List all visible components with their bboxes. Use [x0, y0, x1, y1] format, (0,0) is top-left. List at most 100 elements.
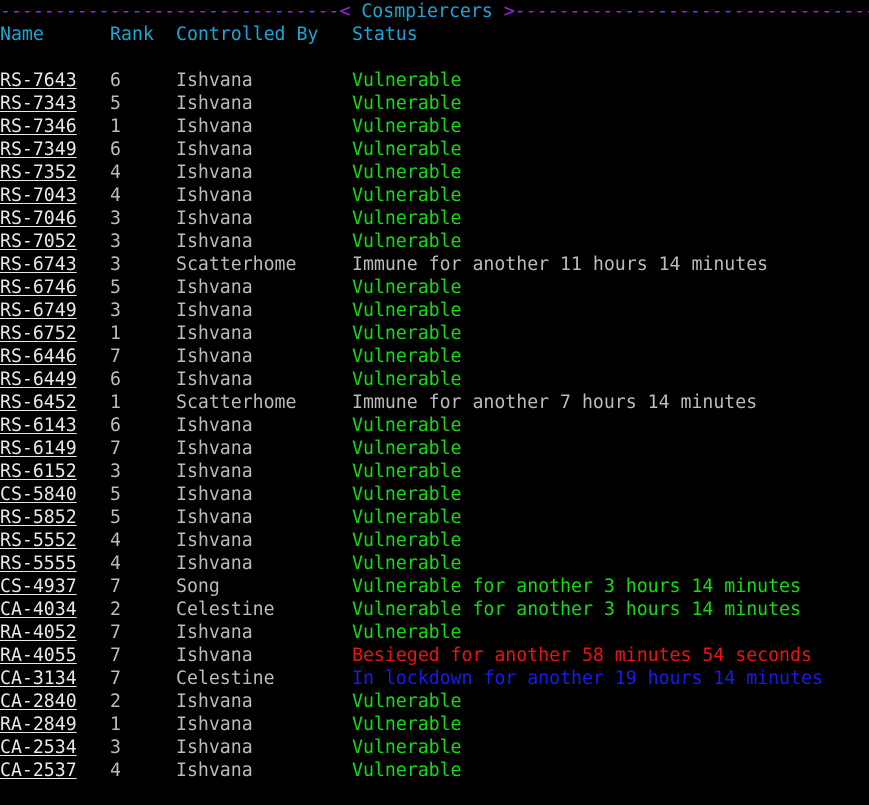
- system-controller: Ishvana: [176, 415, 253, 436]
- system-controller: Ishvana: [176, 507, 253, 528]
- system-controller: Ishvana: [176, 93, 253, 114]
- system-name-link[interactable]: RS-7352: [0, 161, 77, 184]
- table-row: RS-6446 7 Ishvana Vulnerable: [0, 345, 869, 368]
- system-controller: Ishvana: [176, 760, 253, 781]
- system-name-link[interactable]: RS-7643: [0, 69, 77, 92]
- system-rank: 3: [110, 737, 121, 758]
- system-rank: 3: [110, 231, 121, 252]
- system-name-link[interactable]: RS-7046: [0, 207, 77, 230]
- system-status: Vulnerable: [352, 346, 462, 367]
- system-name-link[interactable]: CA-4034: [0, 598, 77, 621]
- table-row: RS-5552 4 Ishvana Vulnerable: [0, 529, 869, 552]
- system-name-link[interactable]: RS-6452: [0, 391, 77, 414]
- system-status: Vulnerable: [352, 300, 462, 321]
- system-controller: Ishvana: [176, 139, 253, 160]
- system-name-link[interactable]: RS-7346: [0, 115, 77, 138]
- system-name-link[interactable]: RS-7349: [0, 138, 77, 161]
- title-bar: -------------------------------< Cosmpie…: [0, 0, 869, 23]
- system-name-link[interactable]: RS-6149: [0, 437, 77, 460]
- system-name-link[interactable]: CA-3134: [0, 667, 77, 690]
- system-controller: Ishvana: [176, 185, 253, 206]
- system-name-link[interactable]: RS-5852: [0, 506, 77, 529]
- table-row: RA-4052 7 Ishvana Vulnerable: [0, 621, 869, 644]
- column-header-name: Name: [0, 24, 44, 45]
- table-row: CS-4937 7 Song Vulnerable for another 3 hou…: [0, 575, 869, 598]
- system-rank: 1: [110, 116, 121, 137]
- system-status: Vulnerable: [352, 93, 462, 114]
- system-name-link[interactable]: RS-6746: [0, 276, 77, 299]
- table-row: RS-7643 6 Ishvana Vulnerable: [0, 69, 869, 92]
- system-name-link[interactable]: RA-4052: [0, 621, 77, 644]
- system-controller: Song: [176, 576, 220, 597]
- title-rule-left: -------------------------------: [0, 1, 340, 22]
- system-rank: 6: [110, 415, 121, 436]
- system-status: In lockdown for another 19 hours 14 minu…: [352, 668, 823, 689]
- system-name-link[interactable]: RS-7343: [0, 92, 77, 115]
- system-name-link[interactable]: RS-6749: [0, 299, 77, 322]
- system-rank: 3: [110, 208, 121, 229]
- system-controller: Ishvana: [176, 622, 253, 643]
- system-status: Vulnerable for another 3 hours 14 minute…: [352, 576, 801, 597]
- system-name-link[interactable]: RS-6743: [0, 253, 77, 276]
- system-name-link[interactable]: RS-6152: [0, 460, 77, 483]
- system-status: Vulnerable: [352, 70, 462, 91]
- page-title: Cosmpiercers: [361, 1, 493, 22]
- system-controller: Ishvana: [176, 714, 253, 735]
- system-rank: 3: [110, 254, 121, 275]
- system-name-link[interactable]: RA-4055: [0, 644, 77, 667]
- system-controller: Ishvana: [176, 231, 253, 252]
- system-status: Vulnerable for another 3 hours 14 minute…: [352, 599, 801, 620]
- table-row: RS-6452 1 Scatterhome Immune for another 7 …: [0, 391, 869, 414]
- system-name-link[interactable]: CS-5840: [0, 483, 77, 506]
- system-rank: 2: [110, 599, 121, 620]
- system-controller: Celestine: [176, 599, 275, 620]
- system-name-link[interactable]: CA-2537: [0, 759, 77, 782]
- table-row: RS-6143 6 Ishvana Vulnerable: [0, 414, 869, 437]
- system-rank: 2: [110, 691, 121, 712]
- system-name-link[interactable]: CA-2534: [0, 736, 77, 759]
- system-name-link[interactable]: CA-2840: [0, 690, 77, 713]
- table-row: RS-6746 5 Ishvana Vulnerable: [0, 276, 869, 299]
- system-rank: 3: [110, 300, 121, 321]
- system-name-link[interactable]: RS-6143: [0, 414, 77, 437]
- system-status: Vulnerable: [352, 507, 462, 528]
- system-name-link[interactable]: RS-7043: [0, 184, 77, 207]
- system-rank: 6: [110, 139, 121, 160]
- system-status: Vulnerable: [352, 162, 462, 183]
- system-controller: Ishvana: [176, 323, 253, 344]
- system-name-link[interactable]: RS-6449: [0, 368, 77, 391]
- system-name-link[interactable]: CS-4937: [0, 575, 77, 598]
- system-status: Vulnerable: [352, 139, 462, 160]
- system-rank: 5: [110, 277, 121, 298]
- system-controller: Ishvana: [176, 484, 253, 505]
- table-row: RS-6749 3 Ishvana Vulnerable: [0, 299, 869, 322]
- table-row: RS-7046 3 Ishvana Vulnerable: [0, 207, 869, 230]
- table-row: RS-5555 4 Ishvana Vulnerable: [0, 552, 869, 575]
- system-rank: 4: [110, 185, 121, 206]
- system-name-link[interactable]: RS-6752: [0, 322, 77, 345]
- system-controller: Scatterhome: [176, 392, 297, 413]
- system-rank: 7: [110, 346, 121, 367]
- system-status: Vulnerable: [352, 208, 462, 229]
- system-rank: 3: [110, 461, 121, 482]
- table-row: RS-7043 4 Ishvana Vulnerable: [0, 184, 869, 207]
- system-name-link[interactable]: RA-2849: [0, 713, 77, 736]
- system-name-link[interactable]: RS-5555: [0, 552, 77, 575]
- header-divider: ----------------------------------------…: [0, 46, 869, 69]
- system-status: Vulnerable: [352, 691, 462, 712]
- column-header-row: Name Rank Controlled By Status: [0, 23, 869, 46]
- system-rank: 4: [110, 760, 121, 781]
- system-controller: Ishvana: [176, 645, 253, 666]
- system-name-link[interactable]: RS-6446: [0, 345, 77, 368]
- table-row: RS-6149 7 Ishvana Vulnerable: [0, 437, 869, 460]
- system-status: Immune for another 11 hours 14 minutes: [352, 254, 769, 275]
- table-row: RS-6752 1 Ishvana Vulnerable: [0, 322, 869, 345]
- system-rank: 7: [110, 645, 121, 666]
- title-rule-right: ----------------------------------: [514, 1, 869, 22]
- system-name-link[interactable]: RS-5552: [0, 529, 77, 552]
- system-status: Vulnerable: [352, 277, 462, 298]
- system-rank: 5: [110, 484, 121, 505]
- table-row: RS-7349 6 Ishvana Vulnerable: [0, 138, 869, 161]
- system-name-link[interactable]: RS-7052: [0, 230, 77, 253]
- system-rank: 4: [110, 530, 121, 551]
